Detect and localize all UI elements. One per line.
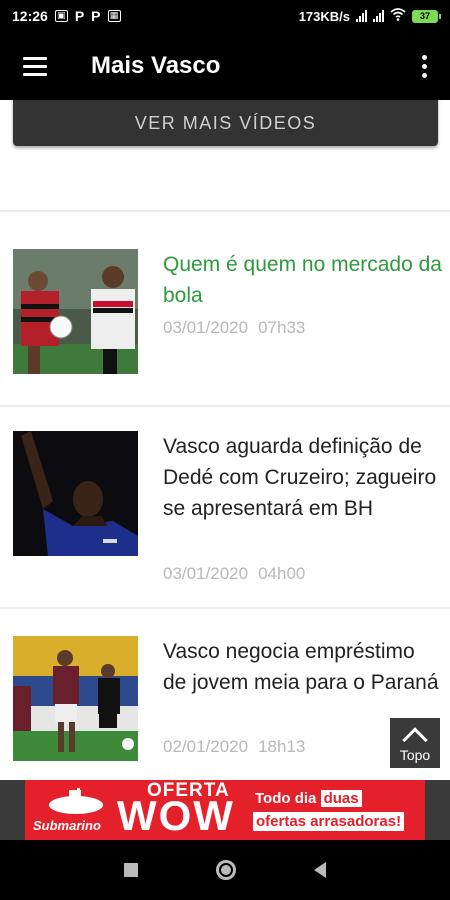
app-title: Mais Vasco: [91, 52, 221, 79]
ad-wow: WOW: [117, 792, 235, 839]
news-time: 07h33: [258, 318, 306, 337]
p-icon: P: [74, 8, 85, 24]
news-date: 03/01/2020: [163, 318, 249, 337]
recent-apps-icon[interactable]: [124, 863, 138, 877]
back-to-top-button[interactable]: Topo: [390, 718, 440, 768]
network-speed: 173KB/s: [298, 8, 350, 24]
wifi-icon: [390, 8, 406, 24]
more-options-icon[interactable]: [398, 32, 450, 100]
news-time: 04h00: [258, 564, 306, 583]
signal-icon: [356, 10, 367, 22]
submarine-icon: [49, 788, 103, 814]
news-title[interactable]: Vasco negocia empréstimo de jovem meia p…: [163, 636, 443, 698]
list-item[interactable]: Quem é quem no mercado da bola 03/01/202…: [0, 212, 450, 405]
home-icon[interactable]: [216, 860, 236, 880]
news-time: 18h13: [258, 737, 306, 756]
ad-duas: duas: [320, 790, 362, 807]
system-nav-bar: [0, 840, 450, 900]
ad-brand: Submarino: [33, 818, 101, 833]
news-title[interactable]: Quem é quem no mercado da bola: [163, 249, 443, 311]
battery-icon: 37: [412, 9, 441, 23]
back-icon[interactable]: [314, 862, 326, 878]
news-meta: 02/01/2020 18h13: [163, 737, 305, 757]
player-photo: [13, 431, 138, 556]
status-time: 12:26: [12, 8, 48, 24]
match-photo: [13, 636, 138, 761]
news-feed[interactable]: VER MAIS VÍDEOS Quem é quem no mercado d…: [0, 100, 450, 780]
ad-todo-dia: Todo dia duas: [255, 790, 362, 807]
app-bar: Mais Vasco: [0, 32, 450, 100]
news-meta: 03/01/2020 04h00: [163, 564, 305, 584]
p-icon: P: [91, 8, 101, 24]
signal-icon: [373, 10, 384, 22]
ad-ofertas: ofertas arrasadoras!: [253, 812, 405, 831]
gallery-icon: ▣: [54, 10, 68, 22]
news-title[interactable]: Vasco aguarda definição de Dedé com Cruz…: [163, 431, 443, 524]
hamburger-menu-icon[interactable]: [0, 32, 70, 100]
square-icon: ▦: [107, 10, 121, 22]
ad-todo-dia-text: Todo dia: [255, 790, 317, 807]
status-bar: 12:26 ▣ P P ▦ 173KB/s 37: [0, 0, 450, 32]
list-item[interactable]: Vasco negocia empréstimo de jovem meia p…: [0, 609, 450, 780]
news-date: 02/01/2020: [163, 737, 249, 756]
ad-banner[interactable]: Submarino OFERTA WOW Todo dia duas ofert…: [25, 780, 425, 840]
news-meta: 03/01/2020 07h33: [163, 318, 305, 338]
players-photo: [13, 249, 138, 374]
list-item[interactable]: Vasco aguarda definição de Dedé com Cruz…: [0, 407, 450, 607]
ad-banner-area: Submarino OFERTA WOW Todo dia duas ofert…: [0, 780, 450, 840]
more-videos-button[interactable]: VER MAIS VÍDEOS: [13, 100, 438, 146]
news-date: 03/01/2020: [163, 564, 249, 583]
